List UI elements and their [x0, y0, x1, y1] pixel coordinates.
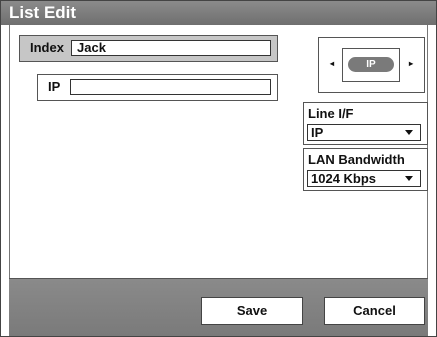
lan-bandwidth-value: 1024 Kbps — [311, 171, 377, 186]
arrow-right-icon[interactable]: ▸ — [409, 59, 413, 68]
lan-bandwidth-label: LAN Bandwidth — [308, 152, 405, 167]
index-label: Index — [30, 40, 64, 55]
line-if-group: Line I/F IP — [303, 102, 428, 145]
ip-label: IP — [48, 79, 61, 94]
index-input[interactable]: Jack — [71, 40, 271, 56]
window-title: List Edit — [1, 1, 436, 25]
selector-current-value: IP — [348, 57, 394, 72]
save-button[interactable]: Save — [201, 297, 303, 325]
line-if-label: Line I/F — [308, 106, 354, 121]
lan-bandwidth-group: LAN Bandwidth 1024 Kbps — [303, 148, 428, 191]
lan-bandwidth-dropdown[interactable]: 1024 Kbps — [307, 170, 421, 187]
line-if-dropdown[interactable]: IP — [307, 124, 421, 141]
index-field-group: Index Jack — [19, 35, 278, 62]
line-if-value: IP — [311, 125, 324, 140]
ip-input[interactable] — [70, 79, 271, 95]
connection-type-selector[interactable]: ◂ IP ▸ — [318, 37, 425, 93]
arrow-left-icon[interactable]: ◂ — [330, 59, 334, 68]
cancel-button[interactable]: Cancel — [324, 297, 425, 325]
chevron-down-icon — [405, 130, 413, 135]
selector-display: IP — [342, 48, 400, 82]
ip-field-group: IP — [37, 74, 278, 101]
chevron-down-icon — [405, 176, 413, 181]
